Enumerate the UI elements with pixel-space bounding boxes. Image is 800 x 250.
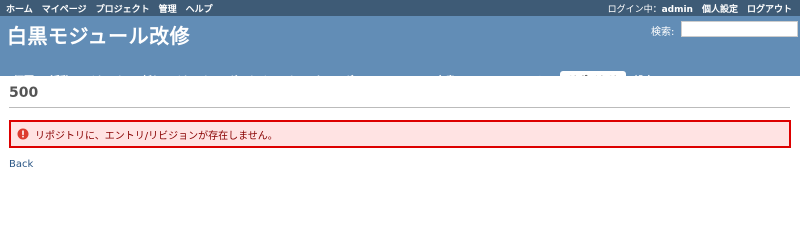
top-menu: ホーム マイページ プロジェクト 管理 ヘルプ ログイン中：admin 個人設定… [0,0,800,16]
logged-in-as: ログイン中：admin [608,2,693,15]
search-label: 検索: [651,27,675,38]
back-link[interactable]: Back [9,159,33,170]
heading-divider [9,107,790,108]
page-title: 500 [9,85,39,101]
top-link-sign-out[interactable]: ログアウト [747,2,792,15]
top-link-help[interactable]: ヘルプ [186,2,213,15]
logged-in-label: ログイン中： [607,5,662,15]
top-menu-right: ログイン中：admin 個人設定 ログアウト [608,2,792,15]
top-link-my-page[interactable]: マイページ [42,2,87,15]
content: 500 リポジトリに、エントリ/リビジョンが存在しません。 Back [0,76,800,250]
top-menu-left: ホーム マイページ プロジェクト 管理 ヘルプ [6,2,213,15]
header: 白黒モジュール改修 検索: 概要 活動 チケット 新しいチケット ガントチャート… [0,16,800,92]
search-input[interactable] [681,21,798,37]
top-link-administration[interactable]: 管理 [159,2,177,15]
logged-in-username[interactable]: admin [662,5,693,15]
top-link-projects[interactable]: プロジェクト [96,2,150,15]
error-flash: リポジトリに、エントリ/リビジョンが存在しません。 [9,120,791,148]
error-message: リポジトリに、エントリ/リビジョンが存在しません。 [35,130,278,142]
top-link-my-account[interactable]: 個人設定 [702,2,738,15]
error-icon [17,128,29,140]
top-link-home[interactable]: ホーム [6,2,33,15]
project-title[interactable]: 白黒モジュール改修 [7,20,190,49]
